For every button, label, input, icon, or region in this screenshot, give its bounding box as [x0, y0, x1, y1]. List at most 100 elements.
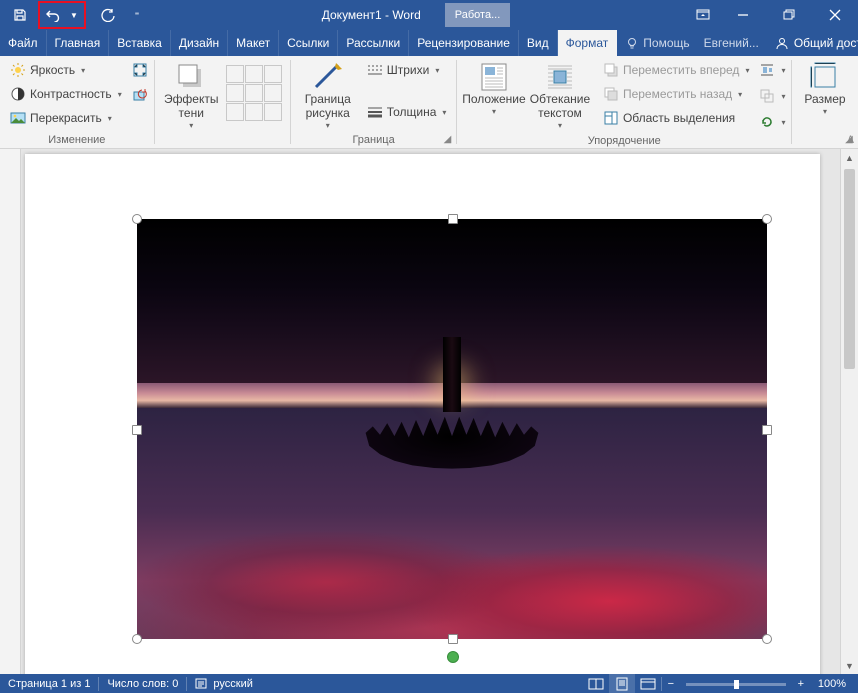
vertical-ruler[interactable]	[0, 149, 21, 674]
size-button[interactable]: Размер▾	[798, 59, 852, 118]
qat-customize[interactable]: ⁼	[128, 3, 146, 27]
compress-icon	[132, 62, 148, 78]
document-title: Документ1 - Word	[322, 8, 421, 22]
tab-mailings[interactable]: Рассылки	[338, 30, 409, 56]
recolor-button[interactable]: Перекрасить▾	[6, 107, 126, 129]
rotate-button[interactable]: ▾	[759, 111, 785, 133]
nudge-shadow-left[interactable]	[226, 84, 244, 102]
page-number-status[interactable]: Страница 1 из 1	[0, 674, 98, 693]
web-layout-button[interactable]	[635, 674, 661, 693]
reset-picture-button[interactable]	[132, 85, 148, 107]
wrap-text-button[interactable]: Обтекание текстом▾	[525, 59, 595, 132]
resize-handle-bm[interactable]	[448, 634, 458, 644]
send-backward-button[interactable]: Переместить назад▾	[599, 83, 754, 105]
selection-pane-icon	[603, 110, 619, 126]
ribbon-tabs: Файл Главная Вставка Дизайн Макет Ссылки…	[0, 30, 858, 56]
tab-layout[interactable]: Макет	[228, 30, 279, 56]
save-button[interactable]	[8, 3, 32, 27]
vertical-scrollbar[interactable]: ▲ ▼	[840, 149, 858, 674]
lightbulb-icon	[625, 36, 639, 50]
tab-view[interactable]: Вид	[519, 30, 558, 56]
resize-handle-mr[interactable]	[762, 425, 772, 435]
tell-me-search[interactable]: Помощь	[617, 30, 697, 56]
group-shadow: Эффекты тени▾	[154, 56, 290, 148]
person-icon	[775, 36, 789, 50]
user-account[interactable]: Евгений...	[698, 30, 765, 56]
nudge-shadow-center[interactable]	[245, 84, 263, 102]
tab-insert[interactable]: Вставка	[109, 30, 171, 56]
selection-pane-button[interactable]: Область выделения	[599, 107, 754, 129]
zoom-in-button[interactable]: +	[792, 674, 810, 693]
language-status[interactable]: русский	[187, 674, 260, 693]
scroll-thumb[interactable]	[844, 169, 855, 369]
align-icon	[759, 62, 775, 78]
brightness-button[interactable]: Яркость▾	[6, 59, 126, 81]
zoom-level[interactable]: 100%	[810, 678, 858, 690]
bring-forward-icon	[603, 62, 619, 78]
resize-handle-tm[interactable]	[448, 214, 458, 224]
nudge-shadow-down-right[interactable]	[264, 103, 282, 121]
tab-references[interactable]: Ссылки	[279, 30, 338, 56]
tab-file[interactable]: Файл	[0, 30, 47, 56]
group-objects-button[interactable]: ▾	[759, 85, 785, 107]
resize-handle-tl[interactable]	[132, 214, 142, 224]
resize-handle-tr[interactable]	[762, 214, 772, 224]
contrast-icon	[10, 86, 26, 102]
share-button[interactable]: Общий доступ	[765, 30, 858, 56]
border-dashes-button[interactable]: Штрихи▾	[363, 59, 451, 81]
read-mode-button[interactable]	[583, 674, 609, 693]
word-count-status[interactable]: Число слов: 0	[99, 674, 186, 693]
selected-picture[interactable]	[137, 219, 767, 639]
shadow-effects-button[interactable]: Эффекты тени▾	[160, 59, 222, 132]
group-icon	[759, 88, 775, 104]
reset-icon	[132, 88, 148, 104]
tab-format[interactable]: Формат	[558, 30, 618, 56]
align-button[interactable]: ▾	[759, 59, 785, 81]
zoom-slider-thumb[interactable]	[734, 680, 739, 689]
document-canvas[interactable]: ▲ ▼	[0, 149, 858, 674]
redo-button[interactable]	[96, 3, 120, 27]
nudge-shadow-up[interactable]	[245, 65, 263, 83]
resize-handle-br[interactable]	[762, 634, 772, 644]
nudge-shadow-down-left[interactable]	[226, 103, 244, 121]
tab-review[interactable]: Рецензирование	[409, 30, 519, 56]
nudge-shadow-up-left[interactable]	[226, 65, 244, 83]
contrast-button[interactable]: Контрастность▾	[6, 83, 126, 105]
ribbon-options-button[interactable]	[686, 0, 720, 30]
compress-pictures-button[interactable]	[132, 59, 148, 81]
page[interactable]	[25, 154, 820, 674]
undo-button[interactable]	[41, 3, 65, 27]
restore-button[interactable]	[766, 0, 812, 30]
group-adjust: Яркость▾ Контрастность▾ Перекрасить▾ Изм…	[0, 56, 154, 148]
bring-forward-button[interactable]: Переместить вперед▾	[599, 59, 754, 81]
quick-access-toolbar: ▼ ⁼	[0, 0, 146, 30]
picture-border-button[interactable]: Граница рисунка▾	[297, 59, 359, 132]
resize-handle-bl[interactable]	[132, 634, 142, 644]
zoom-slider[interactable]	[686, 683, 786, 686]
close-button[interactable]	[812, 0, 858, 30]
shadow-effects-icon	[175, 61, 207, 93]
titlebar: ▼ ⁼ Документ1 - Word Работа...	[0, 0, 858, 30]
nudge-shadow-right[interactable]	[264, 84, 282, 102]
size-icon	[809, 61, 841, 93]
proofing-icon	[195, 678, 209, 690]
recolor-icon	[10, 110, 26, 126]
nudge-shadow-up-right[interactable]	[264, 65, 282, 83]
nudge-shadow-down[interactable]	[245, 103, 263, 121]
scroll-up-button[interactable]: ▲	[841, 149, 858, 166]
minimize-button[interactable]	[720, 0, 766, 30]
tab-design[interactable]: Дизайн	[171, 30, 228, 56]
resize-handle-ml[interactable]	[132, 425, 142, 435]
print-layout-button[interactable]	[609, 674, 635, 693]
zoom-out-button[interactable]: −	[662, 674, 680, 693]
undo-dropdown[interactable]: ▼	[65, 3, 83, 27]
border-dialog-launcher[interactable]: ◢	[440, 132, 454, 146]
border-weight-button[interactable]: Толщина▾	[363, 101, 451, 123]
scroll-down-button[interactable]: ▼	[841, 657, 858, 674]
tab-home[interactable]: Главная	[47, 30, 110, 56]
collapse-ribbon-button[interactable]: ᐱ	[847, 135, 854, 146]
weight-icon	[367, 104, 383, 120]
position-button[interactable]: Положение▾	[463, 59, 525, 118]
dashes-icon	[367, 62, 383, 78]
rotate-handle[interactable]	[447, 651, 459, 663]
